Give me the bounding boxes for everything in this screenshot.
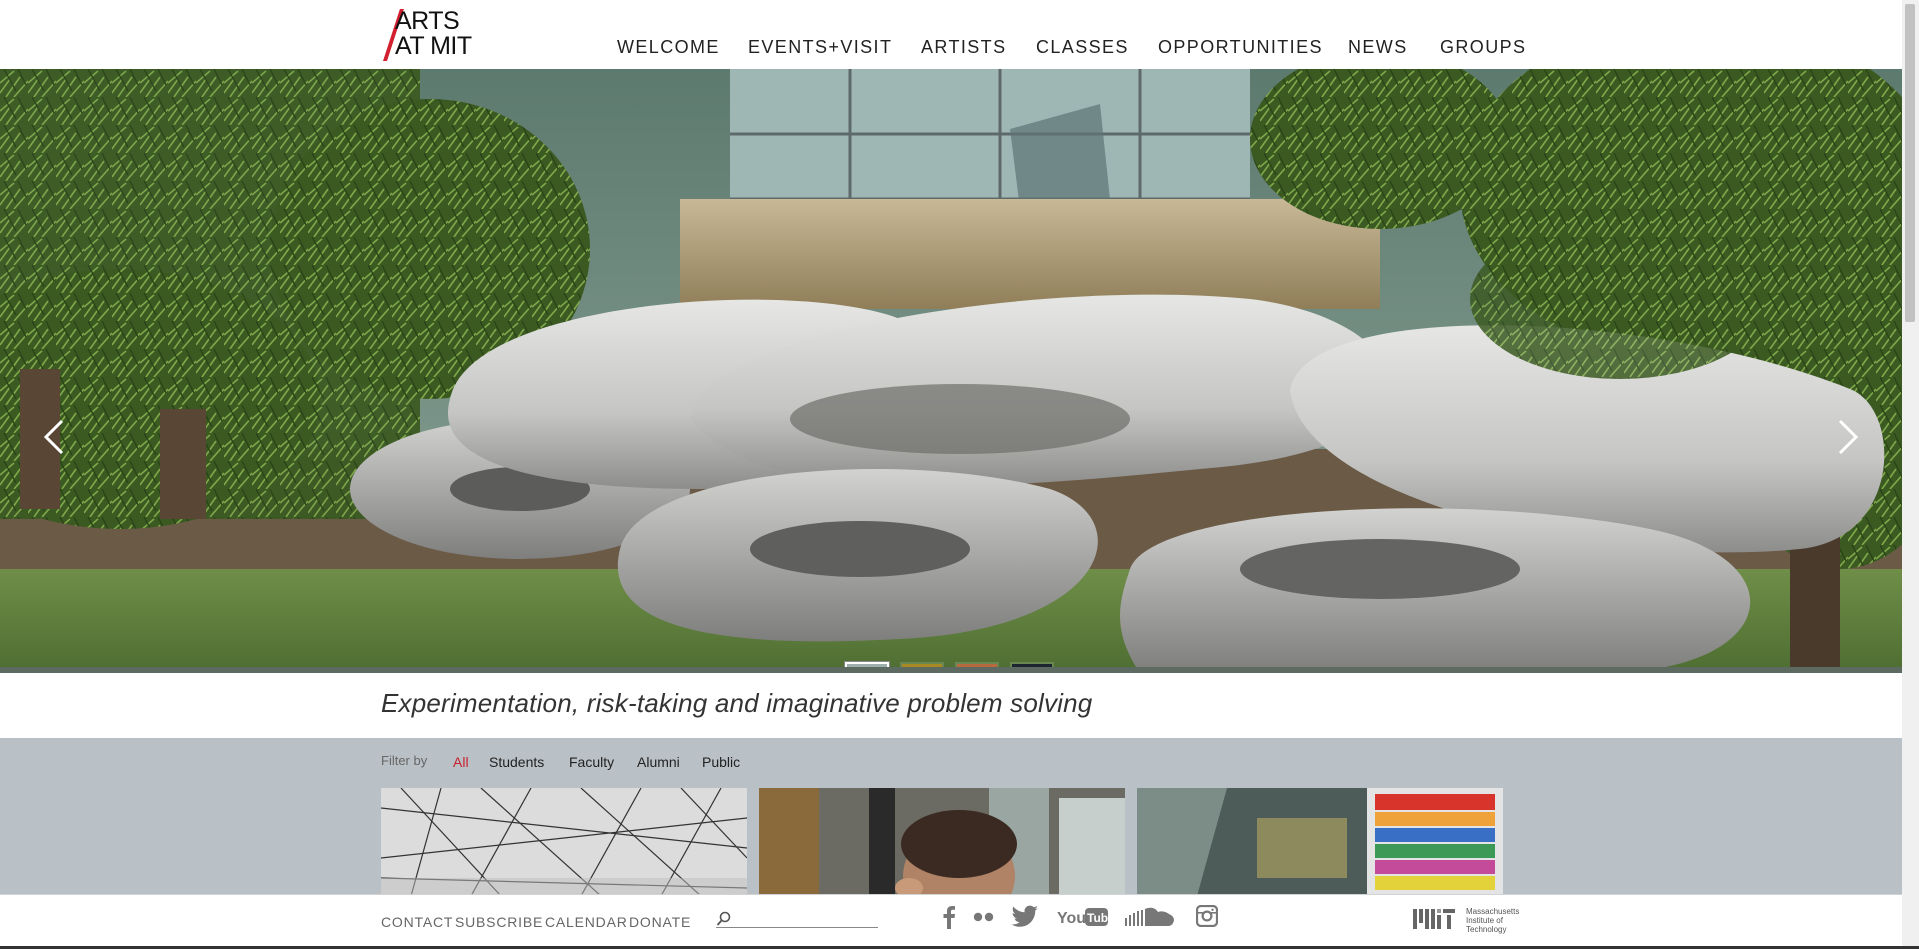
twitter-link[interactable]	[1011, 905, 1039, 935]
card-faculty-portrait[interactable]	[759, 788, 1125, 896]
chevron-left-icon	[43, 419, 64, 455]
footer-search	[716, 911, 878, 929]
flickr-icon	[973, 912, 994, 922]
filter-faculty[interactable]: Faculty	[569, 754, 614, 770]
nav-groups[interactable]: GROUPS	[1440, 37, 1526, 58]
card-wire-installation[interactable]	[381, 788, 747, 896]
filter-students[interactable]: Students	[489, 754, 544, 770]
facebook-link[interactable]	[942, 905, 956, 935]
filter-label: Filter by	[381, 753, 428, 768]
hero-image-stone-chain	[0, 69, 1902, 673]
card-image-atrium-painting	[1137, 788, 1503, 896]
chevron-right-icon	[1838, 419, 1859, 455]
instagram-icon	[1196, 905, 1218, 927]
flickr-link[interactable]	[972, 905, 996, 935]
filter-alumni[interactable]: Alumni	[637, 754, 680, 770]
slideshow-next-button[interactable]	[1832, 419, 1862, 455]
svg-text:Tube: Tube	[1087, 911, 1109, 925]
svg-text:You: You	[1057, 910, 1086, 927]
nav-news[interactable]: NEWS	[1348, 37, 1408, 58]
mit-wordmark[interactable]: Massachusetts Institute of Technology	[1466, 907, 1519, 934]
nav-welcome[interactable]: WELCOME	[617, 37, 720, 58]
footer-subscribe-link[interactable]: SUBSCRIBE	[455, 914, 543, 930]
mit-logo[interactable]	[1413, 907, 1463, 937]
logo-line-2: AT MIT	[395, 32, 472, 60]
nav-classes[interactable]: CLASSES	[1036, 37, 1129, 58]
arts-at-mit-logo[interactable]: ARTS AT MIT	[381, 7, 473, 61]
instagram-link[interactable]	[1196, 905, 1218, 935]
youtube-icon: You Tube	[1057, 908, 1109, 927]
soundcloud-link[interactable]	[1125, 905, 1177, 935]
card-image-wire-installation	[381, 788, 747, 896]
footer-contact-link[interactable]: CONTACT	[381, 914, 453, 930]
logo-line-1: ARTS	[395, 7, 460, 35]
nav-opportunities[interactable]: OPPORTUNITIES	[1158, 37, 1323, 58]
twitter-icon	[1011, 905, 1038, 927]
mit-wordmark-line-1: Massachusetts	[1466, 907, 1520, 916]
nav-events-visit[interactable]: EVENTS+VISIT	[748, 37, 892, 58]
soundcloud-icon	[1125, 907, 1174, 926]
filter-all[interactable]: All	[453, 754, 469, 770]
card-atrium-painting[interactable]	[1137, 788, 1503, 896]
search-icon	[716, 911, 731, 926]
mit-wordmark-line-3: Technology	[1466, 925, 1507, 934]
tagline: Experimentation, risk-taking and imagina…	[381, 688, 1093, 718]
footer-donate-link[interactable]: DONATE	[629, 914, 691, 930]
site-header: ARTS AT MIT WELCOME EVENTS+VISIT ARTISTS…	[0, 0, 1902, 69]
mit-logo-mark	[1413, 909, 1455, 929]
scrollbar-thumb[interactable]	[1905, 4, 1915, 322]
hero-slideshow	[0, 69, 1902, 673]
facebook-icon	[943, 906, 955, 929]
footer-calendar-link[interactable]: CALENDAR	[545, 914, 628, 930]
filter-public[interactable]: Public	[702, 754, 740, 770]
slideshow-prev-button[interactable]	[40, 419, 70, 455]
hero-bottom-border	[0, 667, 1902, 673]
nav-artists[interactable]: ARTISTS	[921, 37, 1006, 58]
youtube-link[interactable]: You Tube	[1057, 905, 1109, 935]
card-image-faculty-portrait	[759, 788, 1125, 896]
mit-wordmark-line-2: Institute of	[1466, 916, 1503, 925]
footer-search-input[interactable]	[736, 911, 878, 929]
